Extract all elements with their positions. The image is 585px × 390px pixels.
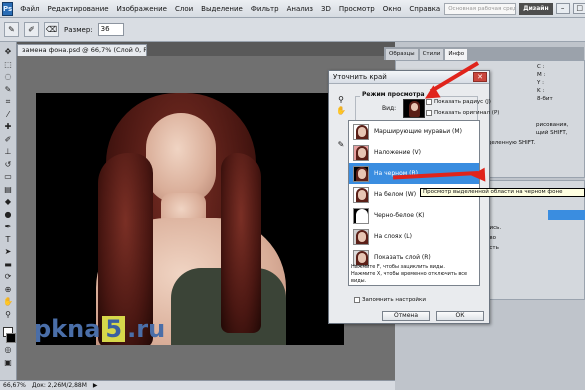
healing-tool-icon[interactable]: ✚ [2, 121, 15, 133]
dialog-title: Уточнить край [333, 73, 387, 81]
history-brush-tool-icon[interactable]: ↺ [2, 159, 15, 171]
info-k: K : [537, 88, 545, 94]
tab-styles[interactable]: Стили [419, 49, 444, 60]
checkbox-icon[interactable] [354, 297, 360, 303]
info-c: C : [537, 64, 545, 70]
marquee-tool-icon[interactable]: ⬚ [2, 59, 15, 71]
selected-layer-row[interactable] [548, 210, 585, 220]
path-select-tool-icon[interactable]: ➤ [2, 246, 15, 258]
quick-select-tool-icon[interactable]: ✎ [2, 84, 15, 96]
workspace-search-input[interactable]: Основная рабочая среда [444, 2, 517, 15]
view-hint: Нажмите F, чтобы зациклить виды. Нажмите… [351, 264, 468, 284]
background-color-swatch[interactable] [5, 333, 16, 343]
on-black-thumbnail [353, 165, 369, 182]
dialog-close-button[interactable]: ✕ [473, 72, 487, 82]
move-tool-icon[interactable]: ✥ [2, 46, 15, 58]
site-watermark: pkna 5 .ru [34, 315, 166, 343]
eyedropper-tool-icon[interactable]: ⁄ [2, 109, 15, 121]
zoom-tool-icon[interactable]: ⚲ [2, 309, 15, 321]
quick-mask-icon[interactable]: ◎ [2, 344, 15, 356]
layers-panel [485, 180, 585, 300]
document-info: Док: 2,26М/2,88М [31, 382, 87, 389]
lasso-tool-icon[interactable]: ◌ [2, 71, 15, 83]
menu-window[interactable]: Окно [379, 5, 406, 13]
maximize-button[interactable]: □ [572, 3, 585, 14]
tooltip: Просмотр выделенной области на черном фо… [420, 188, 585, 197]
view-option-black-white[interactable]: Черно-белое (K) [349, 205, 479, 226]
black-white-thumbnail [353, 207, 369, 224]
view-option-on-layers[interactable]: На слоях (L) [349, 226, 479, 247]
refine-radius-icon[interactable]: ✎ [336, 140, 346, 150]
blur-tool-icon[interactable]: ◆ [2, 196, 15, 208]
info-bits: 8-бит [537, 96, 553, 102]
info-y: Y : [537, 80, 544, 86]
menu-edit[interactable]: Редактирование [44, 5, 113, 13]
erase-refinements-icon[interactable]: ⌫ [44, 22, 59, 37]
screen-mode-icon[interactable]: ▣ [2, 357, 15, 369]
cancel-button[interactable]: Отмена [382, 311, 430, 321]
tools-panel: ✥ ⬚ ◌ ✎ ⌗ ⁄ ✚ ✐ ⊥ ↺ ▭ ▤ ◆ ● ✒ T ➤ ▬ ⟳ ⊕ … [0, 42, 17, 390]
woman-face [146, 113, 216, 203]
menu-view[interactable]: Просмотр [335, 5, 379, 13]
hand-tool-icon[interactable]: ✋ [2, 296, 15, 308]
status-bar: 66,67% Док: 2,26М/2,88М ▶ [0, 380, 395, 390]
red-arrow-option-head [470, 167, 486, 183]
tool-preset-icon[interactable]: ✎ [4, 22, 19, 37]
size-input[interactable]: 36 [97, 23, 124, 36]
info-hint-2: щий SHIFT, [536, 130, 568, 136]
menu-help[interactable]: Справка [405, 5, 444, 13]
3d-orbit-tool-icon[interactable]: ⊕ [2, 284, 15, 296]
size-label: Размер: [64, 25, 93, 34]
view-mode-label: Режим просмотра [360, 91, 427, 98]
tab-info[interactable]: Инфо [445, 49, 468, 60]
overlay-thumbnail [353, 144, 369, 161]
minimize-button[interactable]: – [555, 3, 570, 14]
refine-radius-tool-icon[interactable]: ✐ [24, 22, 39, 37]
woman-hair-right [221, 153, 261, 333]
menu-select[interactable]: Выделение [197, 5, 247, 13]
design-workspace-button[interactable]: Дизайн [519, 2, 553, 15]
brush-tool-icon[interactable]: ✐ [2, 134, 15, 146]
tab-swatches[interactable]: Образцы [386, 49, 418, 60]
3d-rotate-tool-icon[interactable]: ⟳ [2, 271, 15, 283]
on-layers-thumbnail [353, 228, 369, 245]
shape-tool-icon[interactable]: ▬ [2, 259, 15, 271]
menu-layers[interactable]: Слои [171, 5, 197, 13]
options-bar: ✎ ✐ ⌫ Размер: 36 [0, 18, 585, 42]
show-original-checkbox[interactable]: Показать оригинал (P) [426, 110, 499, 116]
eraser-tool-icon[interactable]: ▭ [2, 171, 15, 183]
view-option-overlay[interactable]: Наложение (V) [349, 142, 479, 163]
marching-ants-thumbnail [353, 123, 369, 140]
zoom-level[interactable]: 66,67% [3, 382, 26, 389]
on-white-thumbnail [353, 186, 369, 203]
info-hint-1: рисования, [536, 122, 569, 128]
panel-tabs: Образцы Стили Инфо [384, 47, 584, 60]
stamp-tool-icon[interactable]: ⊥ [2, 146, 15, 158]
document-tab[interactable]: замена фона.psd @ 66,7% (Слой 0, RGB/8) … [17, 44, 147, 56]
view-mode-dropdown[interactable] [403, 99, 425, 118]
type-tool-icon[interactable]: T [2, 234, 15, 246]
menu-file[interactable]: Файл [16, 5, 43, 13]
view-mode-list: Марширующие муравьи (M) Наложение (V) На… [348, 120, 480, 286]
menu-bar: Ps Файл Редактирование Изображение Слои … [0, 0, 585, 18]
menu-filter[interactable]: Фильтр [247, 5, 283, 13]
zoom-icon[interactable]: ⚲ [336, 95, 346, 105]
menu-image[interactable]: Изображение [113, 5, 171, 13]
info-m: M : [537, 72, 546, 78]
dodge-tool-icon[interactable]: ● [2, 209, 15, 221]
menu-analysis[interactable]: Анализ [283, 5, 317, 13]
menu-3d[interactable]: 3D [317, 5, 335, 13]
view-option-marching-ants[interactable]: Марширующие муравьи (M) [349, 121, 479, 142]
crop-tool-icon[interactable]: ⌗ [2, 96, 15, 108]
ok-button[interactable]: ОК [436, 311, 484, 321]
view-label: Вид: [382, 105, 397, 112]
pen-tool-icon[interactable]: ✒ [2, 221, 15, 233]
checkbox-icon[interactable] [426, 110, 432, 116]
gradient-tool-icon[interactable]: ▤ [2, 184, 15, 196]
photoshop-logo: Ps [2, 1, 14, 16]
status-arrow-icon[interactable]: ▶ [93, 382, 98, 389]
remember-settings-checkbox[interactable]: Запомнить настройки [354, 297, 426, 303]
image-canvas[interactable] [36, 93, 344, 345]
hand-icon[interactable]: ✋ [336, 106, 346, 116]
